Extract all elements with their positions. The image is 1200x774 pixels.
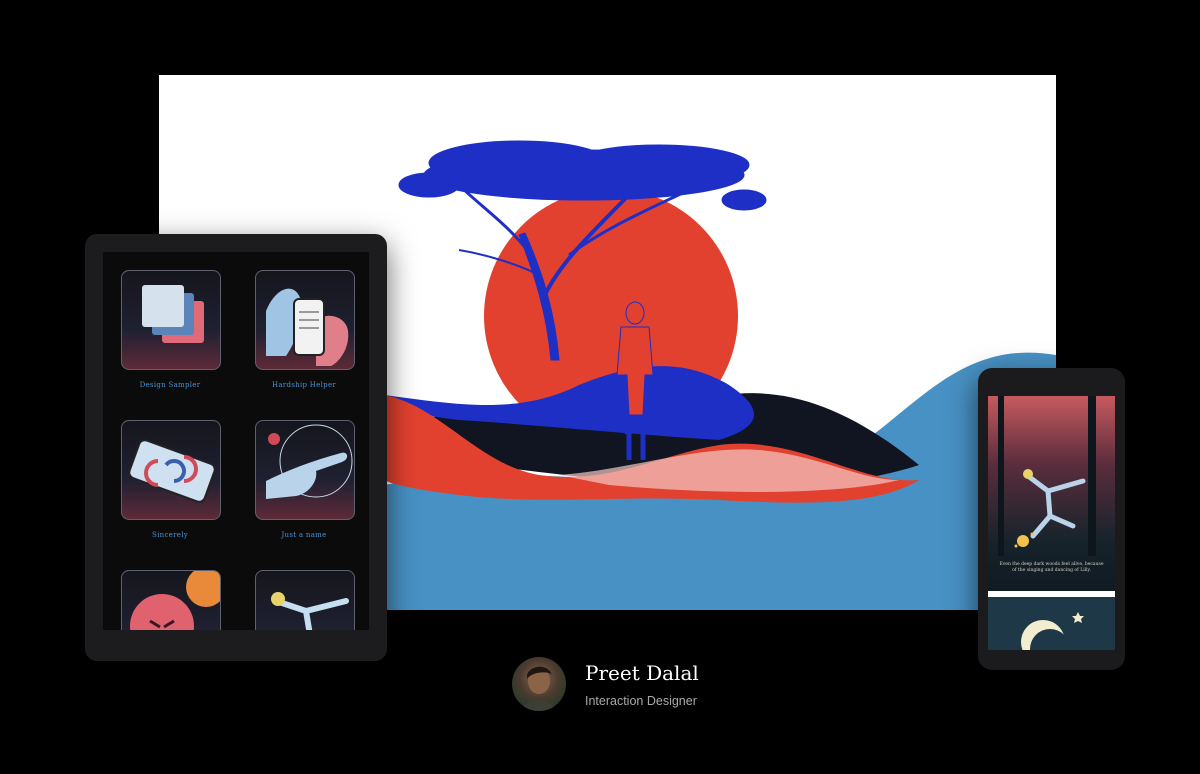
- project-label: Sincerely: [152, 531, 188, 539]
- tablet-device: Design Sampler Hardship Helper Sincerely: [85, 234, 387, 661]
- profile-name: Preet Dalal: [585, 661, 699, 685]
- project-label: Just a name: [281, 531, 327, 539]
- profile-role: Interaction Designer: [585, 694, 697, 708]
- project-tile-hardship-helper[interactable]: [255, 270, 355, 370]
- stacked-cards-icon: [142, 285, 204, 343]
- project-tile-just-a-name[interactable]: [255, 420, 355, 520]
- phone-device: Even the deep dark woods feel alive, bec…: [978, 368, 1125, 670]
- project-tile-sincerely[interactable]: [121, 420, 221, 520]
- planet-faces-icon: [130, 571, 220, 630]
- story-card-moon[interactable]: [988, 597, 1115, 650]
- dancer-icon: [271, 592, 349, 630]
- phone-link-icon: [128, 439, 216, 503]
- project-tile-faces[interactable]: [121, 570, 221, 630]
- avatar[interactable]: [512, 657, 566, 711]
- story-card-forest[interactable]: Even the deep dark woods feel alive, bec…: [988, 396, 1115, 591]
- hand-icon: [266, 424, 353, 499]
- project-label: Hardship Helper: [271, 381, 337, 389]
- project-label: Design Sampler: [139, 381, 201, 389]
- phone-face-icon: [266, 288, 349, 366]
- moon-illustration: [1021, 612, 1084, 650]
- avatar-photo: [522, 666, 556, 711]
- tablet-screen: Design Sampler Hardship Helper Sincerely: [103, 252, 369, 630]
- project-tile-design-sampler[interactable]: [121, 270, 221, 370]
- story-caption: Even the deep dark woods feel alive, bec…: [999, 562, 1104, 573]
- project-tile-dancer[interactable]: [255, 570, 355, 630]
- phone-screen: Even the deep dark woods feel alive, bec…: [988, 396, 1115, 650]
